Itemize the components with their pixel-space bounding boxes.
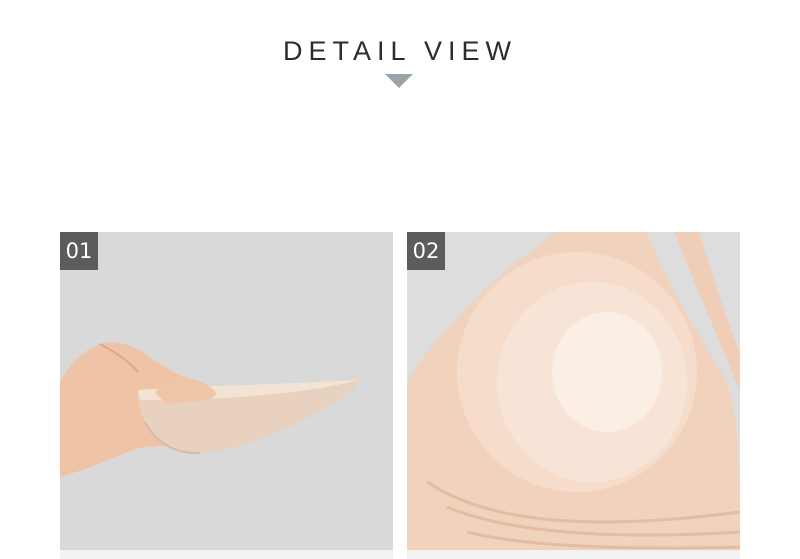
panel-bottom-edge [407, 550, 740, 559]
bra-cup-illustration [407, 232, 740, 550]
section-title: DETAIL VIEW [282, 36, 518, 67]
hand-holding-pad-illustration [60, 232, 393, 550]
image-number-badge: 01 [60, 232, 98, 270]
detail-image-02: 02 [407, 232, 740, 550]
image-number-badge: 02 [407, 232, 445, 270]
detail-image-01: 01 [60, 232, 393, 550]
panel-bottom-edge [60, 550, 393, 559]
down-arrow-icon [385, 74, 413, 88]
